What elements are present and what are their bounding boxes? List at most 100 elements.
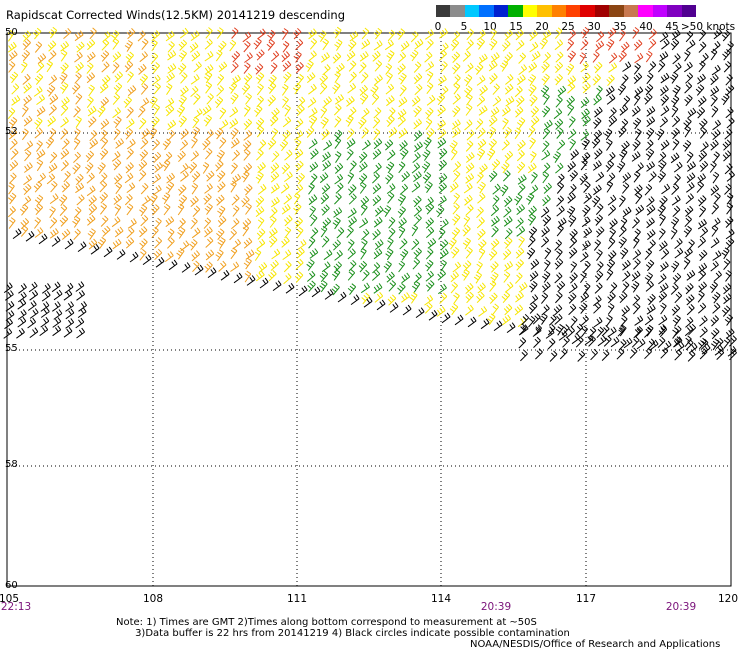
wind-barb [529,184,539,196]
wind-barb [515,259,524,271]
wind-barb [34,203,44,216]
wind-barb [29,308,39,319]
wind-barb [698,29,707,42]
wind-barb [23,82,32,94]
wind-barb [65,318,75,329]
wind-barb [617,83,627,96]
wind-barb [593,317,603,328]
wind-barb [332,217,341,230]
wind-barb [7,206,16,218]
wind-barb [255,171,264,184]
wind-barb [295,38,304,51]
wind-barb [258,139,267,151]
wind-barb [347,283,357,296]
wind-barb [540,236,550,248]
wind-barb [671,105,679,118]
wind-barb [554,239,562,251]
wind-barb [490,261,499,273]
wind-barb [59,204,68,216]
wind-barb [413,171,422,182]
wind-barb [453,292,460,305]
wind-barb [438,49,447,61]
wind-barb [539,313,548,325]
wind-barb [672,314,681,327]
wind-barb [565,63,575,76]
wind-barb [373,27,383,40]
wind-barb [645,259,655,272]
wind-barb [321,261,331,273]
wind-barb [619,29,626,42]
wind-barb [268,269,277,282]
wind-barb [646,106,656,117]
wind-barb [218,40,227,53]
wind-barb [191,171,201,183]
wind-barb [255,117,265,130]
wind-barb [503,216,513,227]
wind-barb [60,128,68,140]
wind-barb [310,227,319,239]
wind-barb [359,161,368,173]
lon-label-117: 117 [575,593,597,605]
wind-barb [152,151,162,164]
wind-barb [464,194,473,206]
wind-barb [683,225,692,238]
wind-barb [86,185,96,197]
wind-barb [671,95,680,108]
wind-barb [308,182,315,195]
wind-barb [358,62,367,74]
wind-barb [386,72,393,84]
wind-barb [284,226,292,239]
wind-barb [34,41,43,53]
wind-barb [140,83,149,95]
wind-barb [257,28,266,40]
wind-barb [190,74,200,85]
wind-barb [149,96,158,108]
wind-barb [87,105,97,117]
wind-barb [334,249,343,261]
wind-barb [413,130,423,142]
wind-barb [243,118,253,131]
wind-barb [88,84,95,97]
wind-barb [477,181,486,194]
wind-barb [270,183,280,194]
wind-barb [646,161,656,172]
wind-barb [398,217,407,229]
wind-barb [401,272,411,284]
wind-barb [658,291,668,303]
wind-barb [592,74,601,86]
wind-barb [660,105,670,117]
wind-barb [397,206,406,218]
wind-barb [206,93,214,105]
wind-barb [489,38,498,51]
wind-barb [33,86,43,97]
time-label-1: 22:13 [0,601,32,613]
wind-barb [682,140,692,152]
wind-barb [232,205,240,217]
wind-barb [154,162,163,173]
wind-barb [542,162,551,174]
wind-barb [399,140,408,152]
wind-barb [373,107,382,119]
wind-barb [535,348,543,360]
wind-barb [72,215,81,228]
wind-barb [323,249,333,261]
wind-barb [101,61,110,73]
wind-barb [490,205,500,217]
wind-barb [687,107,697,119]
wind-barb [712,119,721,131]
wind-barb [319,280,328,293]
wind-barb [361,139,371,151]
wind-barb [60,116,69,128]
wind-barb [256,270,265,282]
wind-barb [114,71,123,83]
wind-barb [177,218,186,230]
wind-barb [23,94,32,106]
wind-barb [74,128,81,140]
wind-barb [334,71,341,83]
wind-barb [230,127,239,140]
wind-barb [606,314,613,327]
wind-barb [85,162,94,174]
wind-barb [8,182,15,195]
wind-barb [180,163,189,174]
wind-barb [686,151,694,164]
